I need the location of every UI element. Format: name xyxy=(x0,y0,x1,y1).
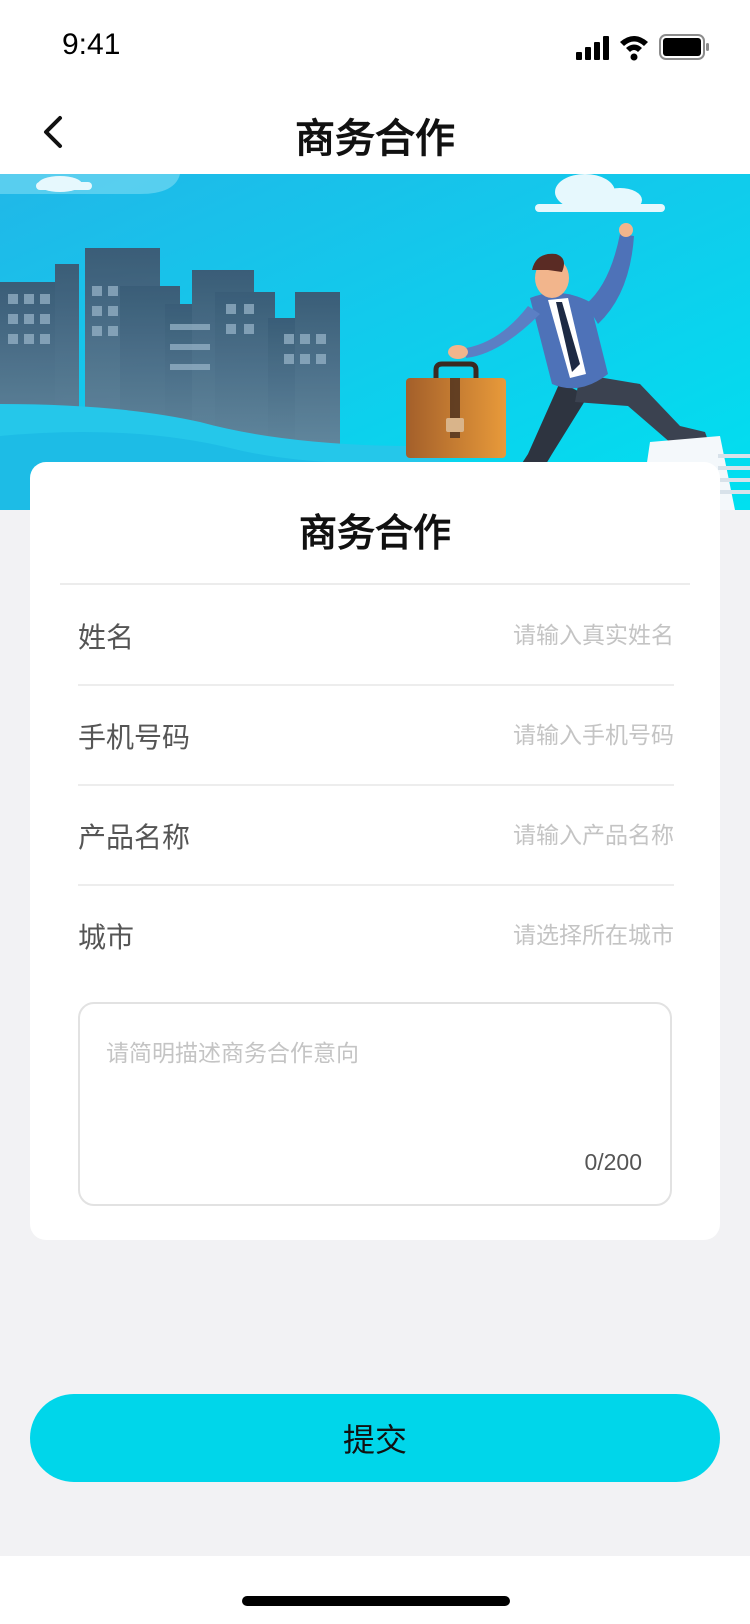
businessman-city-illustration xyxy=(0,174,750,510)
submit-button[interactable]: 提交 xyxy=(30,1394,720,1482)
briefcase-icon xyxy=(406,361,506,458)
home-indicator xyxy=(242,1596,510,1606)
form-row-city: 城市 xyxy=(78,886,674,986)
page-title: 商务合作 xyxy=(295,116,455,162)
city-label: 城市 xyxy=(78,921,135,954)
signal-icon xyxy=(576,36,609,60)
wifi-icon xyxy=(620,36,648,61)
form-card: 商务合作 姓名 手机号码 产品名称 城市 0/200 xyxy=(30,462,720,1240)
form-row-phone: 手机号码 xyxy=(78,686,674,786)
city-select[interactable] xyxy=(334,914,674,958)
name-input[interactable] xyxy=(334,614,674,658)
battery-icon xyxy=(659,34,709,60)
status-time: 9:41 xyxy=(62,28,121,61)
description-textarea[interactable] xyxy=(106,1034,646,1144)
form-row-name: 姓名 xyxy=(78,586,674,686)
status-bar: 9:41 xyxy=(0,0,750,88)
form-row-product: 产品名称 xyxy=(78,786,674,886)
status-icons xyxy=(576,34,709,61)
product-label: 产品名称 xyxy=(78,821,191,854)
form-title: 商务合作 xyxy=(298,511,451,555)
home-area xyxy=(0,1556,750,1624)
char-count: 0/200 xyxy=(584,1149,642,1175)
divider xyxy=(60,583,690,585)
nav-bar: 商务合作 xyxy=(0,88,750,174)
phone-input[interactable] xyxy=(334,714,674,758)
product-input[interactable] xyxy=(334,814,674,858)
name-label: 姓名 xyxy=(78,621,135,654)
description-box: 0/200 xyxy=(78,1002,672,1206)
phone-label: 手机号码 xyxy=(78,721,191,754)
banner xyxy=(0,174,750,510)
